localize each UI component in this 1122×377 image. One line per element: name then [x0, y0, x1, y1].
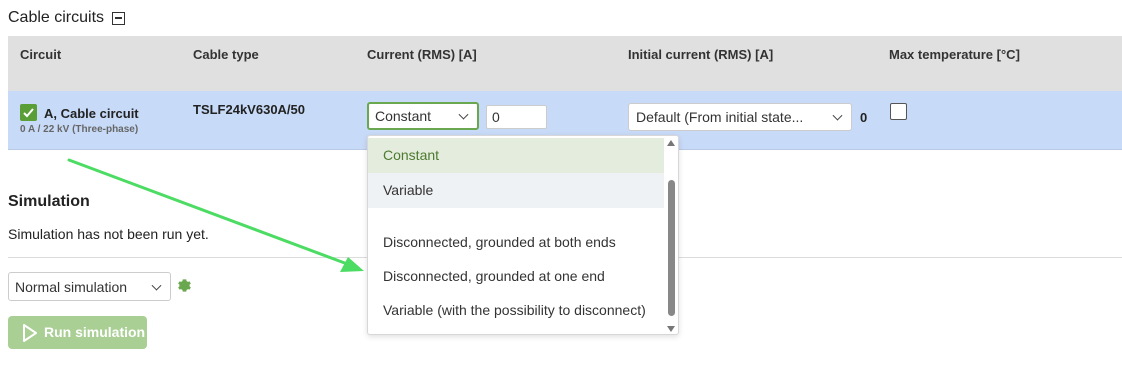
max-temperature-checkbox[interactable] — [890, 103, 907, 120]
checkbox-checked-icon[interactable] — [20, 104, 37, 121]
cable-type-value: TSLF24kV630A/50 — [193, 102, 306, 117]
dropdown-option-constant[interactable]: Constant — [368, 138, 664, 173]
current-mode-dropdown: Constant Variable Disconnected, grounded… — [367, 135, 679, 335]
dropdown-option-variable[interactable]: Variable — [368, 173, 664, 208]
cable-circuits-title: Cable circuits — [8, 9, 105, 26]
dropdown-scrollbar[interactable] — [664, 136, 678, 334]
initial-current-value: Default (From initial state... — [636, 109, 804, 125]
chevron-down-icon — [151, 280, 162, 291]
dropdown-option-variable-disconnect[interactable]: Variable (with the possibility to discon… — [368, 293, 664, 328]
chevron-down-icon — [832, 110, 843, 121]
cable-circuits-header: Cable circuits — [8, 9, 126, 27]
run-simulation-button[interactable]: Run simulation — [8, 316, 147, 349]
circuit-name: A, Cable circuit — [44, 106, 139, 121]
run-simulation-label: Run simulation — [44, 324, 146, 340]
simulation-status: Simulation has not been run yet. — [8, 226, 209, 242]
play-icon — [23, 324, 37, 342]
collapse-icon[interactable] — [112, 11, 126, 25]
table-header: Circuit Cable type Current (RMS) [A] Ini… — [8, 36, 1122, 91]
current-mode-value: Constant — [375, 108, 432, 124]
column-header-current: Current (RMS) [A] — [367, 47, 477, 62]
current-value-input[interactable]: 0 — [486, 105, 547, 129]
simulation-title: Simulation — [8, 193, 90, 210]
gear-icon[interactable] — [178, 279, 191, 292]
initial-current-select[interactable]: Default (From initial state... — [628, 103, 852, 131]
initial-current-number: 0 — [860, 110, 868, 125]
column-header-max-temperature: Max temperature [°C] — [889, 47, 1020, 62]
scroll-up-icon[interactable] — [667, 140, 675, 146]
scroll-thumb[interactable] — [668, 180, 675, 316]
column-header-circuit: Circuit — [20, 47, 62, 62]
circuit-subtitle: 0 A / 22 kV (Three-phase) — [20, 124, 139, 135]
column-header-cable-type: Cable type — [193, 47, 259, 62]
dropdown-option-disconnected-both-ends[interactable]: Disconnected, grounded at both ends — [368, 225, 664, 260]
scroll-down-icon[interactable] — [667, 326, 675, 332]
simulation-mode-value: Normal simulation — [15, 278, 128, 295]
column-header-initial-current: Initial current (RMS) [A] — [628, 47, 774, 62]
dropdown-option-disconnected-one-end[interactable]: Disconnected, grounded at one end — [368, 259, 664, 294]
chevron-down-icon — [458, 109, 469, 120]
simulation-mode-select[interactable]: Normal simulation — [8, 272, 171, 301]
current-mode-select[interactable]: Constant — [367, 102, 479, 130]
